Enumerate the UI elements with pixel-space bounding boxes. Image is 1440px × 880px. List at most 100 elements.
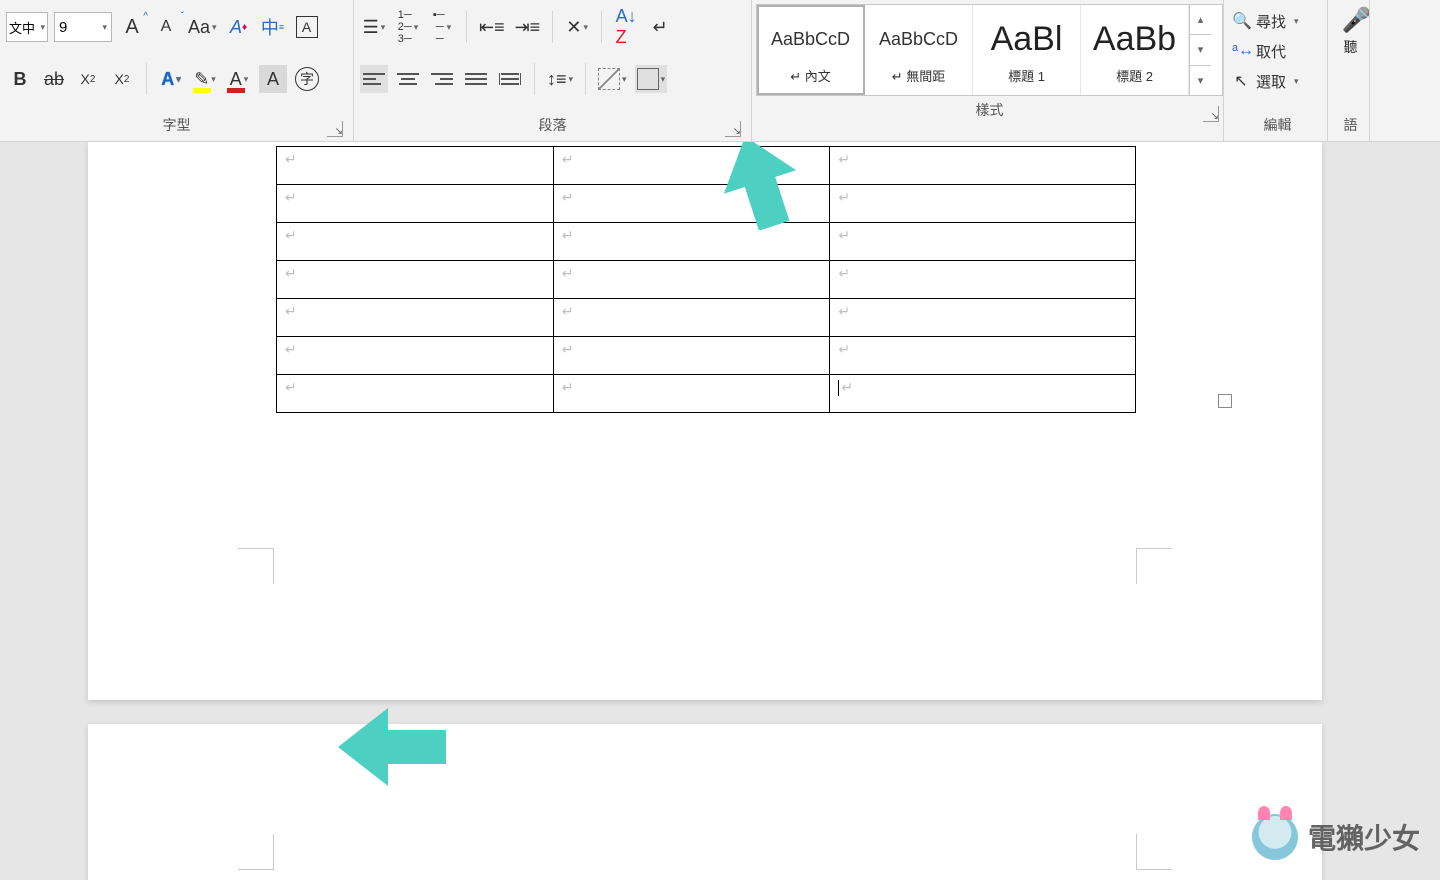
group-styles: AaBbCcD ↵ 內文 AaBbCcD ↵ 無間距 AaBl 標題 1 AaB… — [752, 0, 1224, 141]
paragraph-mark: ↵ — [562, 341, 574, 357]
bullets-button[interactable]: ☰ — [360, 13, 388, 41]
table-cell[interactable]: ↵ — [277, 375, 554, 413]
align-right-icon — [431, 73, 453, 85]
font-dialog-launcher[interactable] — [327, 121, 343, 137]
shrink-font-button[interactable]: Aˇ — [152, 13, 180, 41]
table-cell[interactable]: ↵ — [553, 337, 830, 375]
page-1[interactable]: ↵↵↵↵↵↵↵↵↵↵↵↵↵↵↵↵↵↵↵↵↵ — [88, 142, 1322, 700]
table-cell[interactable]: ↵ — [830, 375, 1136, 413]
pilcrow-icon: ↵ — [653, 17, 668, 38]
styles-gallery: AaBbCcD ↵ 內文 AaBbCcD ↵ 無間距 AaBl 標題 1 AaB… — [756, 4, 1223, 96]
table-cell[interactable]: ↵ — [553, 375, 830, 413]
table-cell[interactable]: ↵ — [830, 223, 1136, 261]
paragraph-mark: ↵ — [838, 227, 850, 243]
enclose-char-button[interactable]: 字 — [293, 65, 321, 93]
distributed-button[interactable] — [496, 65, 524, 93]
annotation-arrow-up — [720, 142, 800, 230]
document-area[interactable]: ↵↵↵↵↵↵↵↵↵↵↵↵↵↵↵↵↵↵↵↵↵ ↵ 電獺少女 — [0, 142, 1440, 880]
replace-button[interactable]: ᵃ↔ 取代 — [1232, 36, 1323, 66]
paragraph-mark: ↵ — [562, 379, 574, 395]
clear-formatting-button[interactable]: A♦ — [225, 13, 253, 41]
styles-scroll-up[interactable]: ▴ — [1190, 5, 1211, 35]
watermark-text: 電獺少女 — [1308, 817, 1420, 857]
shading-button[interactable] — [596, 65, 629, 93]
style-heading-2[interactable]: AaBb 標題 2 — [1081, 5, 1189, 95]
group-label-voice-partial: 語 — [1332, 111, 1369, 141]
paragraph-mark: ↵ — [838, 341, 850, 357]
table-cell[interactable]: ↵ — [277, 147, 554, 185]
increase-indent-button[interactable]: ⇥≡ — [513, 13, 543, 41]
style-heading-1[interactable]: AaBl 標題 1 — [973, 5, 1081, 95]
table-cell[interactable]: ↵ — [830, 337, 1136, 375]
phonetic-guide-button[interactable]: 中≡ — [259, 13, 287, 41]
show-paragraph-marks-button[interactable]: ↵ — [646, 13, 674, 41]
table-cell[interactable]: ↵ — [277, 299, 554, 337]
styles-expand[interactable]: ▾ — [1190, 66, 1211, 95]
paragraph-mark: ↵ — [562, 303, 574, 319]
table-cell[interactable]: ↵ — [553, 299, 830, 337]
ribbon: 文中 9 A^ Aˇ Aa A♦ 中≡ A B ab X2 X2 A ✎ A A… — [0, 0, 1440, 142]
char-shading-button[interactable]: A — [259, 65, 287, 93]
watermark-logo — [1252, 814, 1298, 860]
paragraph-mark: ↵ — [285, 303, 297, 319]
paragraph-mark: ↵ — [562, 265, 574, 281]
table-cell[interactable]: ↵ — [277, 223, 554, 261]
strikethrough-button[interactable]: ab — [40, 65, 68, 93]
style-normal[interactable]: AaBbCcD ↵ 內文 — [757, 5, 865, 95]
align-left-button[interactable] — [360, 65, 388, 93]
font-color-button[interactable]: A — [225, 65, 253, 93]
distributed-icon — [499, 73, 521, 85]
paragraph-mark: ↵ — [285, 189, 297, 205]
align-right-button[interactable] — [428, 65, 456, 93]
line-spacing-button[interactable]: ↕≡ — [545, 65, 575, 93]
borders-icon — [637, 68, 659, 90]
table-cell[interactable]: ↵ — [277, 261, 554, 299]
group-edit: 🔍 尋找▾ ᵃ↔ 取代 ↖ 選取▾ 編輯 — [1224, 0, 1328, 141]
dictate-button[interactable]: 🎤 聽 — [1332, 6, 1369, 57]
multilevel-list-button[interactable]: ▪─ ─ ─ — [428, 13, 456, 41]
styles-scroll-down[interactable]: ▾ — [1190, 35, 1211, 65]
char-border-button[interactable]: A — [293, 13, 321, 41]
page-2[interactable]: ↵ — [88, 724, 1322, 880]
table-cell[interactable]: ↵ — [830, 185, 1136, 223]
paragraph-mark: ↵ — [285, 265, 297, 281]
font-size-combo[interactable]: 9 — [54, 12, 112, 42]
asian-layout-icon: ✕ — [566, 17, 581, 38]
paragraph-mark: ↵ — [562, 151, 574, 167]
asian-layout-button[interactable]: ✕ — [563, 13, 591, 41]
table-cell[interactable]: ↵ — [830, 261, 1136, 299]
borders-button[interactable] — [635, 65, 668, 93]
decrease-indent-button[interactable]: ⇤≡ — [477, 13, 507, 41]
subscript-button[interactable]: X2 — [74, 65, 102, 93]
paragraph-mark: ↵ — [285, 379, 297, 395]
paragraph-mark: ↵ — [841, 379, 853, 395]
style-no-spacing[interactable]: AaBbCcD ↵ 無間距 — [865, 5, 973, 95]
table-resize-handle[interactable] — [1218, 394, 1232, 408]
styles-dialog-launcher[interactable] — [1203, 106, 1219, 122]
grow-font-button[interactable]: A^ — [118, 13, 146, 41]
change-case-button[interactable]: Aa — [186, 13, 219, 41]
superscript-button[interactable]: X2 — [108, 65, 136, 93]
justify-button[interactable] — [462, 65, 490, 93]
table-cell[interactable]: ↵ — [830, 147, 1136, 185]
table-cell[interactable]: ↵ — [277, 337, 554, 375]
document-table[interactable]: ↵↵↵↵↵↵↵↵↵↵↵↵↵↵↵↵↵↵↵↵↵ — [276, 146, 1136, 413]
text-cursor — [838, 380, 839, 396]
numbering-button[interactable]: 1─2─3─ — [394, 13, 422, 41]
find-button[interactable]: 🔍 尋找▾ — [1232, 6, 1323, 36]
paragraph-mark: ↵ — [838, 151, 850, 167]
microphone-icon: 🎤 — [1342, 6, 1360, 35]
text-effects-button[interactable]: A — [157, 65, 185, 93]
table-cell[interactable]: ↵ — [277, 185, 554, 223]
group-font: 文中 9 A^ Aˇ Aa A♦ 中≡ A B ab X2 X2 A ✎ A A… — [0, 0, 354, 141]
sort-button[interactable]: A↓Z — [612, 13, 640, 41]
align-center-button[interactable] — [394, 65, 422, 93]
table-cell[interactable]: ↵ — [830, 299, 1136, 337]
paragraph-dialog-launcher[interactable] — [725, 121, 741, 137]
table-cell[interactable]: ↵ — [553, 261, 830, 299]
bold-button[interactable]: B — [6, 65, 34, 93]
highlight-button[interactable]: ✎ — [191, 65, 219, 93]
select-button[interactable]: ↖ 選取▾ — [1232, 66, 1323, 96]
font-name-combo[interactable]: 文中 — [6, 12, 48, 42]
sort-icon: A↓Z — [616, 6, 637, 48]
